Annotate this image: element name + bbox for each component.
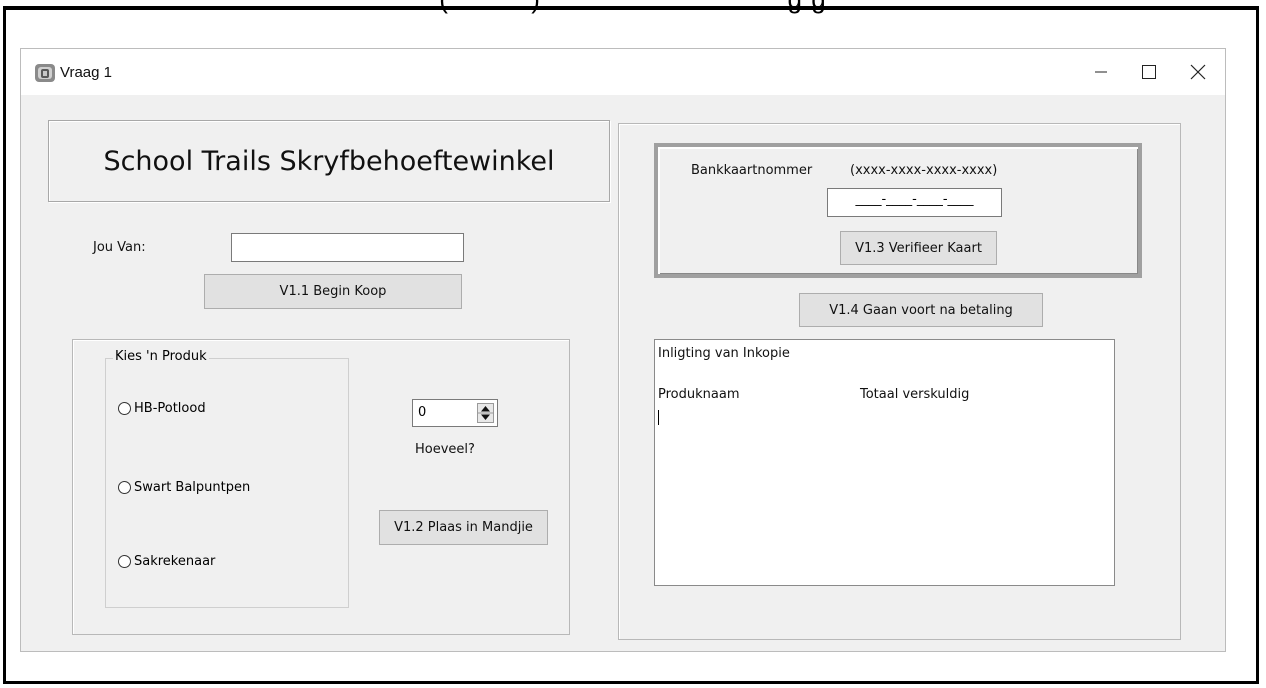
radio-circle-icon [118, 402, 131, 415]
radio-hb-pencil[interactable]: HB-Potlood [118, 401, 206, 416]
close-icon [1190, 64, 1206, 80]
radio-label: HB-Potlood [134, 401, 206, 416]
radio-circle-icon [118, 481, 131, 494]
maximize-button[interactable] [1127, 53, 1171, 91]
quantity-stepper[interactable]: 0 [412, 399, 498, 427]
radio-circle-icon [118, 555, 131, 568]
radio-label: Swart Balpuntpen [134, 480, 251, 495]
spin-arrows[interactable] [477, 403, 494, 423]
continue-payment-button[interactable]: V1.4 Gaan voort na betaling [799, 293, 1043, 327]
minimize-icon [1095, 71, 1107, 73]
text-caret [658, 410, 659, 425]
minimize-button[interactable] [1079, 53, 1123, 91]
verify-card-button[interactable]: V1.3 Verifieer Kaart [840, 231, 997, 265]
quantity-value: 0 [418, 405, 427, 420]
shop-title: School Trails Skryfbehoeftewinkel [48, 120, 610, 202]
surname-input[interactable] [231, 233, 464, 262]
product-group-label: Kies 'n Produk [113, 349, 209, 364]
close-button[interactable] [1176, 53, 1220, 91]
surname-label: Jou Van: [93, 240, 146, 255]
window-title: Vraag 1 [60, 64, 112, 81]
card-number-input[interactable]: ____-____-____-____ [827, 188, 1002, 217]
memo-total-column: Totaal verskuldig [860, 387, 970, 402]
radio-black-pen[interactable]: Swart Balpuntpen [118, 480, 250, 495]
radio-calculator[interactable]: Sakrekenaar [118, 554, 215, 569]
add-to-basket-button[interactable]: V1.2 Plaas in Mandjie [379, 510, 548, 545]
begin-purchase-button[interactable]: V1.1 Begin Koop [204, 274, 462, 309]
card-number-label: Bankkaartnommer [691, 163, 813, 178]
app-window: Vraag 1 School Trails Skryfbehoeftewinke… [20, 48, 1226, 652]
maximize-icon [1142, 65, 1156, 79]
app-icon [35, 64, 55, 82]
memo-heading: Inligting van Inkopie [658, 346, 790, 361]
memo-product-column: Produknaam [658, 387, 740, 402]
purchase-info-memo[interactable]: Inligting van Inkopie Produknaam Totaal … [654, 339, 1115, 586]
radio-label: Sakrekenaar [134, 554, 216, 569]
title-bar[interactable]: Vraag 1 [21, 49, 1225, 95]
spin-arrows-icon [478, 406, 493, 420]
card-format-hint: (xxxx-xxxx-xxxx-xxxx) [850, 163, 998, 178]
quantity-label: Hoeveel? [415, 442, 475, 457]
